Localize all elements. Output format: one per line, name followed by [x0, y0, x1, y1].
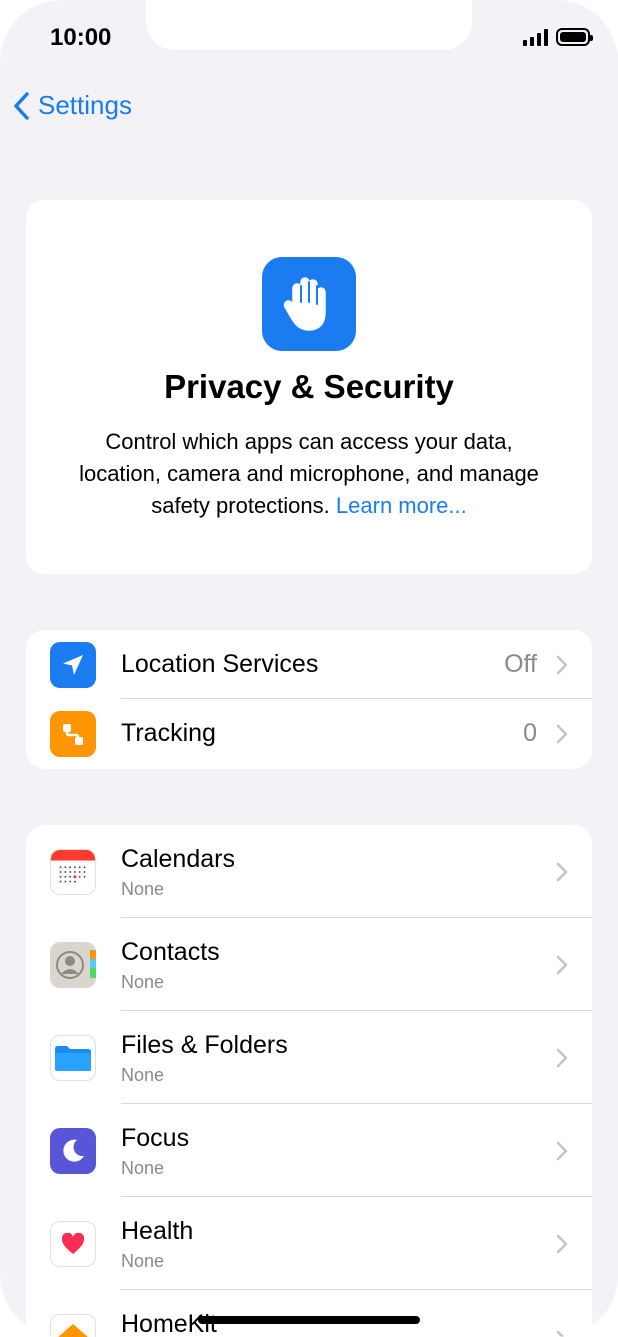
row-sublabel: None	[121, 879, 165, 899]
home-icon	[50, 1314, 96, 1337]
chevron-right-icon	[556, 724, 568, 743]
phone-screen: 10:00 Settings Privacy & Security Contro…	[0, 0, 618, 1337]
heart-icon	[50, 1220, 96, 1267]
row-label: Location Services	[121, 650, 319, 678]
row-label: Focus	[121, 1124, 190, 1152]
row-label: Files & Folders	[121, 1031, 288, 1059]
tracking-settings-group: Location Services Off Tracking 0	[26, 630, 592, 769]
chevron-right-icon	[556, 1330, 565, 1337]
row-value: Off	[504, 650, 537, 678]
row-files-folders[interactable]: Files & Folders None	[26, 1011, 592, 1104]
row-focus[interactable]: Focus None	[26, 1104, 592, 1197]
page-title: Privacy & Security	[164, 368, 454, 405]
moon-icon	[50, 1127, 96, 1174]
chevron-left-icon	[14, 91, 29, 120]
row-contacts[interactable]: Contacts None	[26, 918, 592, 1011]
row-health[interactable]: Health None	[26, 1197, 592, 1290]
back-button[interactable]: Settings	[12, 90, 132, 121]
status-icons	[523, 28, 593, 46]
row-label: Health	[121, 1217, 194, 1245]
row-label: Calendars	[121, 845, 235, 873]
calendar-icon	[50, 848, 96, 895]
privacy-header-card: Privacy & Security Control which apps ca…	[26, 200, 592, 574]
row-sublabel: None	[121, 1158, 165, 1178]
page-description: Control which apps can access your data,…	[66, 426, 552, 522]
signal-icon	[523, 28, 548, 46]
chevron-right-icon	[556, 955, 568, 974]
row-location-services[interactable]: Location Services Off	[26, 630, 592, 699]
notch	[146, 0, 472, 50]
chevron-right-icon	[556, 1234, 568, 1253]
location-arrow-icon	[50, 641, 96, 688]
row-label: Contacts	[121, 938, 220, 966]
folder-icon	[50, 1034, 96, 1081]
learn-more-link[interactable]: Learn more...	[336, 493, 467, 518]
back-label: Settings	[38, 90, 132, 120]
status-time: 10:00	[50, 24, 112, 51]
row-homekit[interactable]: HomeKit	[26, 1290, 592, 1337]
chevron-right-icon	[556, 862, 568, 881]
row-sublabel: None	[121, 972, 165, 992]
row-tracking[interactable]: Tracking 0	[26, 699, 592, 768]
contacts-icon	[50, 941, 96, 988]
chevron-right-icon	[556, 1048, 568, 1067]
tracking-icon	[50, 710, 96, 757]
row-label: Tracking	[121, 719, 216, 747]
row-sublabel: None	[121, 1251, 165, 1271]
app-permissions-group: Calendars None Contacts None Files & Fol…	[26, 825, 592, 1337]
battery-icon	[556, 28, 593, 46]
row-value: 0	[523, 719, 537, 747]
hand-raised-icon	[262, 257, 356, 351]
home-indicator[interactable]	[198, 1316, 420, 1324]
chevron-right-icon	[556, 1141, 568, 1160]
row-calendars[interactable]: Calendars None	[26, 825, 592, 918]
description-text: Control which apps can access your data,…	[79, 429, 539, 518]
row-sublabel: None	[121, 1065, 165, 1085]
chevron-right-icon	[556, 655, 568, 674]
